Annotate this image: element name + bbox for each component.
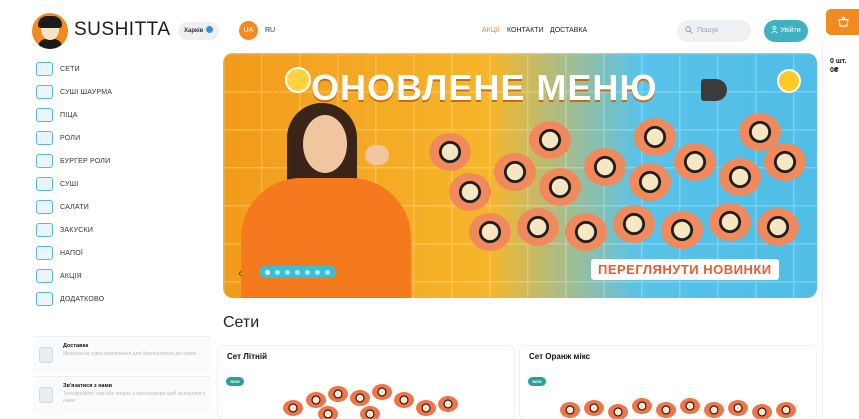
- sushi-icon: [36, 177, 53, 191]
- shocked-emoji-icon: [285, 67, 311, 93]
- product-card[interactable]: Сет Літній NEW: [218, 346, 514, 419]
- banner-headline: ОНОВЛЕНЕ МЕНЮ: [311, 67, 658, 108]
- sidebar-item-label: НАПОЇ: [60, 249, 84, 257]
- nav-contacts-link[interactable]: КОНТАКТИ: [507, 27, 544, 34]
- carousel-prev-arrow-icon[interactable]: ‹: [238, 266, 242, 280]
- logo-icon[interactable]: [32, 13, 68, 49]
- sets-icon: [36, 62, 53, 76]
- sidebar-item-label: САЛАТИ: [60, 203, 89, 211]
- view-new-items-button[interactable]: ПЕРЕГЛЯНУТИ НОВИНКИ: [591, 259, 779, 280]
- sidebar-item-extra[interactable]: ДОДАТКОВО: [36, 290, 104, 308]
- sidebar-item-pizza[interactable]: ПІЦА: [36, 106, 78, 124]
- lang-ua-button[interactable]: UA: [239, 21, 258, 40]
- carousel-dot[interactable]: [275, 269, 280, 275]
- nav-promotions-link[interactable]: АКЦІЇ: [482, 27, 500, 34]
- promo-icon: [36, 269, 53, 283]
- carousel-dot[interactable]: [285, 269, 290, 275]
- shawarma-icon: [36, 85, 53, 99]
- contact-info-card[interactable]: Зв'язатися з нами Телефонуйте нам або пи…: [33, 376, 211, 414]
- sidebar-item-label: БУРГЕР РОЛИ: [60, 157, 111, 165]
- carousel-dot[interactable]: [295, 269, 300, 275]
- sidebar-item-label: СЕТИ: [60, 65, 80, 73]
- sidebar-item-sets[interactable]: СЕТИ: [36, 60, 80, 78]
- snacks-icon: [36, 223, 53, 237]
- carousel-dot[interactable]: [325, 269, 330, 275]
- header: SUSHITTA Харків UA RU АКЦІЇ КОНТАКТИ ДОС…: [0, 0, 822, 58]
- rolls-icon: [36, 131, 53, 145]
- support-icon: [39, 387, 53, 403]
- section-title: Сети: [223, 314, 260, 331]
- search-placeholder: Пошук: [697, 27, 719, 34]
- brand-name[interactable]: SUSHITTA: [74, 19, 171, 41]
- sidebar-item-sushi-shawarma[interactable]: СУШІ ШАУРМА: [36, 83, 112, 101]
- delivery-info-title: Доставка: [63, 343, 89, 349]
- user-icon: [771, 26, 778, 34]
- sidebar-item-label: СУШІ: [60, 180, 79, 188]
- megaphone-icon: [701, 79, 727, 101]
- login-button[interactable]: Увійти: [764, 20, 808, 42]
- cart-sum: 0₴: [830, 67, 839, 74]
- burger-icon: [36, 154, 53, 168]
- sidebar-item-label: СУШІ ШАУРМА: [60, 88, 113, 96]
- cart-count: 0 шт.: [830, 58, 847, 65]
- phone-icon: [39, 347, 53, 363]
- new-badge: NEW: [528, 377, 546, 386]
- search-icon: [685, 26, 693, 34]
- sidebar-item-rolls[interactable]: РОЛИ: [36, 129, 80, 147]
- promo-banner[interactable]: ОНОВЛЕНЕ МЕНЮ ПЕРЕГЛЯНУТИ НОВИНКИ ‹: [223, 53, 817, 298]
- salad-icon: [36, 200, 53, 214]
- pizza-icon: [36, 108, 53, 122]
- sidebar-item-promo[interactable]: АКЦІЯ: [36, 267, 82, 285]
- city-selector[interactable]: Харків: [178, 22, 220, 40]
- sidebar-item-label: ДОДАТКОВО: [60, 295, 105, 303]
- location-dot-icon: [206, 26, 214, 33]
- carousel-pagination[interactable]: [259, 266, 336, 278]
- sidebar-item-snacks[interactable]: ЗАКУСКИ: [36, 221, 93, 239]
- extra-icon: [36, 292, 53, 306]
- lang-ru-button[interactable]: RU: [265, 21, 281, 40]
- city-label: Харків: [184, 28, 204, 34]
- delivery-info-card[interactable]: Доставка Мінімальна сума замовлення для …: [33, 336, 211, 374]
- search-input[interactable]: Пошук: [677, 20, 751, 42]
- sidebar-item-salads[interactable]: САЛАТИ: [36, 198, 89, 216]
- product-image[interactable]: [550, 382, 796, 419]
- product-name[interactable]: Сет Літній: [227, 352, 267, 361]
- contact-info-title: Зв'язатися з нами: [63, 383, 113, 389]
- sidebar-item-burger-rolls[interactable]: БУРГЕР РОЛИ: [36, 152, 110, 170]
- new-badge: NEW: [226, 377, 244, 386]
- login-label: Увійти: [780, 27, 801, 34]
- cart-button[interactable]: [826, 9, 859, 35]
- product-card[interactable]: Сет Оранж мікс NEW: [520, 346, 816, 419]
- carousel-dot[interactable]: [315, 269, 320, 275]
- contact-info-text: Телефонуйте нам або пишіть у месенджери …: [63, 391, 206, 404]
- delivery-info-text: Мінімальна сума замовлення для безкоштов…: [63, 351, 197, 357]
- sidebar-item-label: РОЛИ: [60, 134, 81, 142]
- cart-panel: [822, 43, 859, 419]
- product-image[interactable]: [248, 382, 478, 419]
- product-name[interactable]: Сет Оранж мікс: [529, 352, 590, 361]
- basket-icon: [838, 16, 849, 27]
- sidebar-item-label: ЗАКУСКИ: [60, 226, 94, 234]
- carousel-dot[interactable]: [305, 269, 310, 275]
- sidebar-item-label: АКЦІЯ: [60, 272, 82, 280]
- nav-delivery-link[interactable]: ДОСТАВКА: [550, 27, 587, 34]
- drinks-icon: [36, 246, 53, 260]
- carousel-dot[interactable]: [265, 269, 270, 275]
- heart-eyes-emoji-icon: [777, 69, 801, 93]
- sidebar-item-label: ПІЦА: [60, 111, 78, 119]
- sidebar-item-drinks[interactable]: НАПОЇ: [36, 244, 83, 262]
- sidebar-item-sushi[interactable]: СУШІ: [36, 175, 78, 193]
